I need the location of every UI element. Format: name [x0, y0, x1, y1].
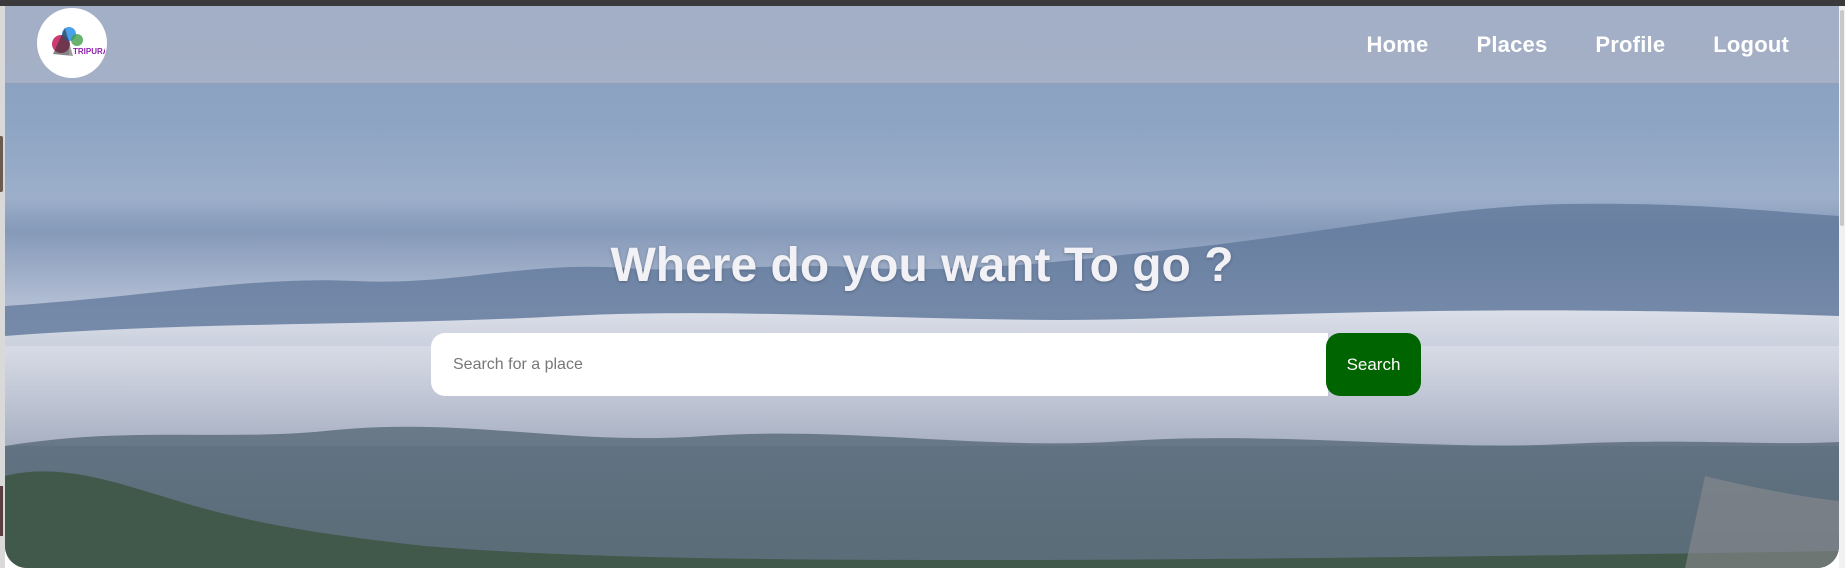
left-edge-marker-lower [0, 486, 3, 536]
search-button[interactable]: Search [1326, 333, 1421, 396]
search-bar: Search [431, 333, 1421, 396]
top-navbar: TRIPURA Home Places Profile Logout [5, 6, 1839, 84]
hero-title: Where do you want To go ? [610, 239, 1234, 292]
left-edge-marker [0, 136, 3, 192]
nav-profile-link[interactable]: Profile [1595, 32, 1665, 58]
hero-section: TRIPURA Home Places Profile Logout Where… [5, 6, 1839, 568]
search-input[interactable] [431, 333, 1328, 396]
vertical-scrollbar[interactable] [1839, 6, 1845, 568]
site-logo[interactable]: TRIPURA [37, 8, 107, 78]
main-nav: Home Places Profile Logout [1367, 6, 1789, 84]
nav-logout-link[interactable]: Logout [1713, 32, 1789, 58]
svg-text:TRIPURA: TRIPURA [73, 47, 105, 56]
nav-home-link[interactable]: Home [1367, 32, 1429, 58]
nav-places-link[interactable]: Places [1476, 32, 1547, 58]
scrollbar-thumb[interactable] [1840, 10, 1844, 226]
tripura-logo-icon: TRIPURA [52, 27, 105, 56]
